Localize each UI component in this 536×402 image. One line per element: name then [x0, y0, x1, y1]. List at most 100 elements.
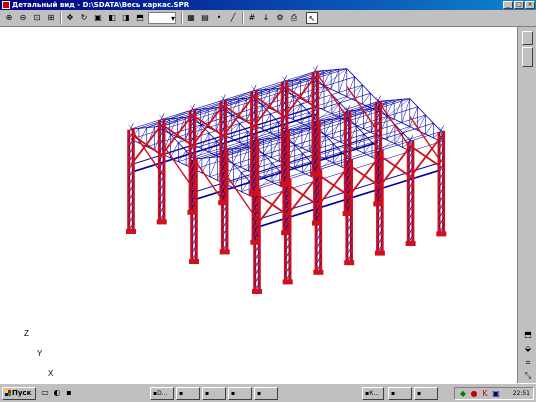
- column-base: [156, 219, 167, 225]
- truss-chord: [330, 88, 340, 94]
- toolbar-separator: [60, 12, 62, 24]
- numbering-icon[interactable]: #: [246, 12, 258, 24]
- view-3d-icon[interactable]: ▣: [92, 12, 104, 24]
- column-base: [187, 209, 198, 215]
- security-icon[interactable]: ●: [469, 389, 479, 399]
- truss-web: [362, 93, 371, 105]
- maximize-button[interactable]: □: [514, 1, 524, 9]
- antivirus-icon[interactable]: K: [480, 389, 490, 399]
- taskbar-task[interactable]: ▪: [176, 387, 200, 400]
- column-base: [344, 260, 355, 266]
- wall-brace: [379, 154, 412, 178]
- loads-icon[interactable]: ↓: [260, 12, 272, 24]
- top-view-icon[interactable]: ⬒: [522, 329, 534, 341]
- pan-icon[interactable]: ✥: [64, 12, 76, 24]
- column-base: [219, 249, 230, 255]
- shrink-icon[interactable]: ⤡: [522, 370, 534, 382]
- rotate-icon[interactable]: ↻: [78, 12, 90, 24]
- title-bar[interactable]: Детальный вид - D:\SDATA\Весь каркас.SPR…: [0, 0, 536, 10]
- truss-chord: [393, 118, 403, 124]
- truss-chord: [401, 122, 410, 127]
- elements-icon[interactable]: ╱: [227, 12, 239, 24]
- truss-chord: [425, 114, 434, 124]
- clock: 22:51: [512, 390, 530, 397]
- truss-chord: [178, 161, 187, 166]
- scroll-up-button[interactable]: [522, 31, 533, 45]
- zoom-out-icon[interactable]: ⊖: [17, 12, 29, 24]
- wall-brace: [410, 145, 442, 168]
- right-panel: ⬒ ⬙ ⌗ ⤡: [517, 27, 536, 383]
- fragment-icon[interactable]: ▦: [185, 12, 197, 24]
- column-base: [282, 279, 293, 285]
- truss-web: [346, 76, 355, 97]
- truss-chord: [338, 92, 347, 97]
- purlin: [386, 106, 418, 117]
- taskbar-task[interactable]: ▪: [254, 387, 278, 400]
- view-side-icon[interactable]: ◨: [120, 12, 132, 24]
- windows-flag-icon: [5, 390, 11, 396]
- truss-web: [409, 106, 418, 127]
- purlin: [264, 144, 295, 156]
- truss-chord: [354, 76, 363, 86]
- view-front-icon[interactable]: ◧: [106, 12, 118, 24]
- print-icon[interactable]: ⎙: [288, 12, 300, 24]
- window-title: Детальный вид - D:\SDATA\Весь каркас.SPR: [12, 1, 190, 9]
- truss-chord: [417, 106, 426, 116]
- purlin: [233, 154, 265, 165]
- start-label: Пуск: [12, 389, 32, 397]
- scroll-thumb[interactable]: [522, 47, 533, 67]
- desktop-icon[interactable]: ▭: [40, 388, 50, 398]
- wall-brace: [191, 114, 224, 137]
- column-base: [436, 231, 447, 237]
- taskbar: Пуск ▭ ◐ ▪ ▪D... ▪ ▪ ▪ ▪ ▪К... ▪ ▪ ◆ ● K ▣ 22:5…: [0, 383, 536, 402]
- column-base: [405, 241, 416, 246]
- zoom-all-icon[interactable]: ⊞: [45, 12, 57, 24]
- filter-icon[interactable]: ▤: [199, 12, 211, 24]
- isometric-icon[interactable]: ⬙: [522, 343, 534, 355]
- taskbar-task[interactable]: ▪: [414, 387, 438, 400]
- application-window: Детальный вид - D:\SDATA\Весь каркас.SPR…: [0, 0, 536, 383]
- network-icon[interactable]: ◆: [458, 389, 468, 399]
- purlin: [323, 76, 355, 87]
- hide-lines-icon[interactable]: ⌗: [522, 357, 534, 369]
- roof-brace: [379, 132, 403, 151]
- app-icon[interactable]: [2, 1, 10, 9]
- start-button[interactable]: Пуск: [2, 387, 36, 400]
- model-canvas[interactable]: X Y Z: [0, 27, 517, 383]
- column-base: [281, 230, 292, 236]
- taskbar-task[interactable]: ▪: [202, 387, 226, 400]
- axis-z-label: Z: [24, 329, 29, 338]
- zoom-in-icon[interactable]: ⊕: [3, 12, 15, 24]
- purlin: [325, 125, 357, 136]
- column-base: [374, 250, 385, 256]
- close-button[interactable]: ×: [525, 1, 535, 9]
- view-mode-dropdown[interactable]: ▾: [148, 12, 176, 24]
- minimize-button[interactable]: _: [503, 1, 513, 9]
- taskbar-task[interactable]: ▪: [228, 387, 252, 400]
- app-icon[interactable]: ▪: [64, 388, 74, 398]
- truss-chord: [356, 149, 365, 154]
- nodes-icon[interactable]: •: [213, 12, 225, 24]
- close-icon: ×: [527, 1, 533, 8]
- truss-chord: [409, 98, 418, 108]
- toolbar: ⊕ ⊖ ⊡ ⊞ ✥ ↻ ▣ ◧ ◨ ⬒ ▾ ▦ ▤ • ╱ # ↓ ⚙ ⎙ ↖: [0, 10, 536, 27]
- browser-icon[interactable]: ◐: [52, 388, 62, 398]
- truss-chord: [271, 157, 280, 162]
- view-top-icon[interactable]: ⬒: [134, 12, 146, 24]
- maximize-icon: □: [516, 1, 522, 8]
- structure-model[interactable]: X Y Z: [0, 27, 517, 383]
- column-base: [313, 269, 324, 275]
- toolbar-separator: [242, 12, 244, 24]
- axis-x-label: X: [48, 369, 54, 378]
- taskbar-task[interactable]: ▪К...: [362, 387, 384, 400]
- zoom-window-icon[interactable]: ⊡: [31, 12, 43, 24]
- truss-web: [425, 123, 434, 135]
- select-icon[interactable]: ↖: [306, 12, 318, 24]
- settings-icon[interactable]: ⚙: [274, 12, 286, 24]
- purlin: [294, 135, 326, 146]
- taskbar-task[interactable]: ▪: [388, 387, 412, 400]
- taskbar-task[interactable]: ▪D...: [150, 387, 174, 400]
- language-icon[interactable]: ▣: [491, 389, 501, 399]
- column-base: [250, 239, 261, 245]
- truss-chord: [346, 68, 355, 78]
